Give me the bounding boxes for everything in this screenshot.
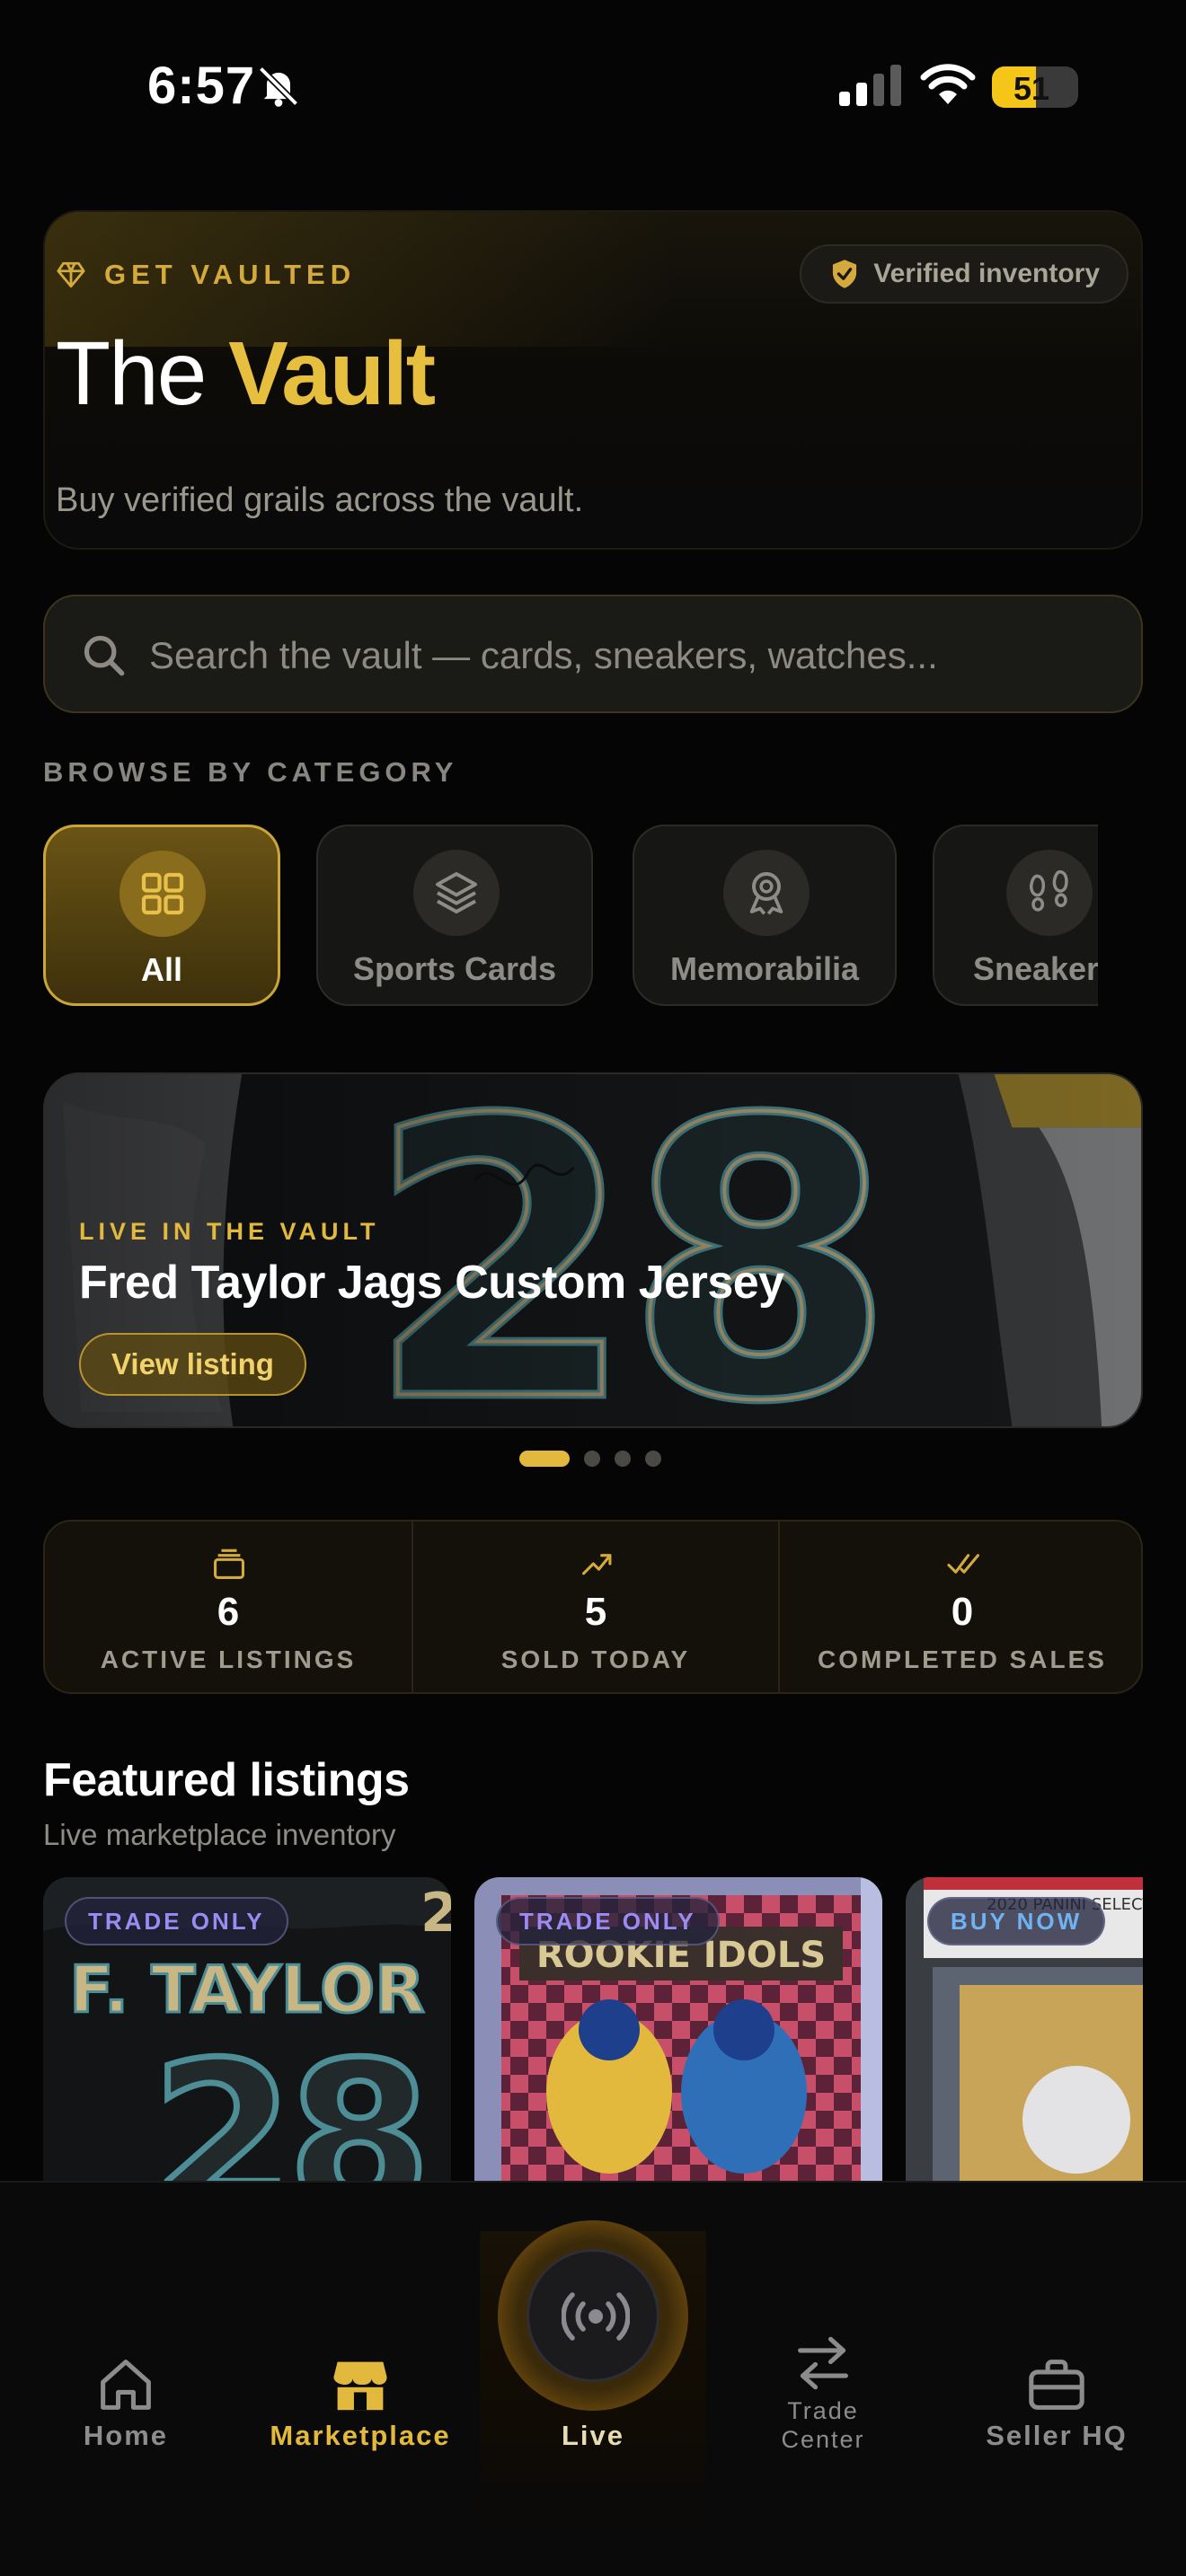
featured-listings-heading: Featured listings — [43, 1754, 410, 1806]
featured-listings-subtitle: Live marketplace inventory — [43, 1818, 396, 1851]
wifi-icon — [920, 64, 976, 104]
svg-text:28: 28 — [151, 2019, 424, 2183]
search-icon — [84, 635, 125, 676]
featured-listings-scroller[interactable]: F. TAYLOR 28 2 TRADE ONLY ROOKIE IDOLS T… — [43, 1877, 1143, 2183]
tab-live-label[interactable]: Live — [498, 2420, 688, 2452]
bell-muted-icon — [258, 66, 299, 107]
store-icon — [333, 2361, 387, 2411]
search-bar[interactable] — [43, 595, 1143, 713]
home-icon — [101, 2360, 151, 2410]
get-vaulted-kicker: GET VAULTED — [56, 259, 356, 291]
briefcase-icon — [1029, 2360, 1084, 2410]
double-check-icon — [947, 1554, 979, 1574]
stack-icon — [214, 1548, 244, 1579]
shield-check-icon — [833, 260, 857, 288]
featured-listing-card[interactable]: ROOKIE IDOLS TRADE ONLY — [474, 1877, 882, 2183]
featured-listing-card[interactable]: F. TAYLOR 28 2 TRADE ONLY — [43, 1877, 451, 2183]
carousel-pagination[interactable] — [519, 1450, 661, 1468]
vault-hero-card: GET VAULTED Verified inventory The Vault… — [43, 210, 1143, 550]
carousel-dot[interactable] — [584, 1451, 600, 1467]
carousel-dot[interactable] — [615, 1451, 631, 1467]
stat-completed-sales: 0 COMPLETED SALES — [778, 1522, 1141, 1692]
search-input[interactable] — [149, 623, 1102, 688]
banner-kicker: LIVE IN THE VAULT — [79, 1218, 380, 1245]
status-time: 6:57 — [147, 57, 256, 115]
live-button[interactable] — [527, 2249, 659, 2382]
verified-inventory-badge: Verified inventory — [800, 244, 1128, 304]
grid-icon — [141, 872, 184, 915]
layers-icon — [436, 872, 477, 913]
svg-text:2: 2 — [420, 1882, 451, 1945]
category-scroller[interactable]: All Sports Cards Memorabilia Sneaker — [43, 825, 1098, 1008]
category-label: All — [140, 951, 182, 988]
category-label: Sneakers — [972, 950, 1098, 987]
award-ribbon-icon — [749, 872, 783, 915]
buy-now-badge: BUY NOW — [927, 1897, 1106, 1945]
tab-seller-hq[interactable]: Seller HQ — [969, 2183, 1145, 2488]
carousel-dot[interactable] — [645, 1451, 661, 1467]
bottom-tab-bar: Home Marketplace Live Trade Center Selle… — [0, 2181, 1186, 2576]
stat-sold-today: 5 SOLD TODAY — [412, 1522, 778, 1692]
category-sneakers[interactable]: Sneakers — [933, 825, 1098, 1006]
diamond-icon — [57, 261, 85, 288]
view-listing-button[interactable]: View listing — [79, 1333, 306, 1396]
category-label: Memorabilia — [669, 950, 860, 987]
category-memorabilia[interactable]: Memorabilia — [633, 825, 897, 1006]
category-label: Sports Cards — [352, 950, 557, 987]
live-listing-banner[interactable]: 28 28 LIVE IN THE VAULT Fred Taylor Jags… — [43, 1072, 1143, 1428]
swap-icon — [798, 2336, 848, 2390]
tab-trade-center[interactable]: Trade Center — [733, 2183, 913, 2488]
svg-text:F. TAYLOR: F. TAYLOR — [69, 1952, 424, 2027]
footprints-icon — [1029, 869, 1068, 912]
banner-title: Fred Taylor Jags Custom Jersey — [79, 1257, 784, 1309]
trade-only-badge: TRADE ONLY — [65, 1897, 288, 1945]
tab-home[interactable]: Home — [36, 2183, 216, 2488]
category-all[interactable]: All — [43, 825, 280, 1006]
stat-active-listings: 6 ACTIVE LISTINGS — [45, 1522, 412, 1692]
battery-indicator: 51 — [992, 66, 1078, 108]
carousel-dot[interactable] — [519, 1451, 570, 1467]
stats-panel: 6 ACTIVE LISTINGS 5 SOLD TODAY 0 COMPLET… — [43, 1520, 1143, 1694]
trending-up-icon — [582, 1554, 612, 1575]
page-title: The Vault — [56, 323, 436, 424]
category-sports-cards[interactable]: Sports Cards — [316, 825, 593, 1006]
tab-marketplace[interactable]: Marketplace — [261, 2183, 460, 2488]
hero-subtitle: Buy verified grails across the vault. — [56, 481, 584, 519]
trade-only-badge: TRADE ONLY — [496, 1897, 720, 1945]
broadcast-icon — [562, 2292, 630, 2341]
status-bar: 6:57 51 — [0, 0, 1186, 180]
featured-listing-card[interactable]: 2020 PANINI SELECT BUY NOW — [906, 1877, 1143, 2183]
battery-percent: 51 — [1013, 70, 1050, 107]
cellular-signal-icon — [839, 65, 901, 106]
browse-category-heading: BROWSE BY CATEGORY — [43, 756, 458, 788]
